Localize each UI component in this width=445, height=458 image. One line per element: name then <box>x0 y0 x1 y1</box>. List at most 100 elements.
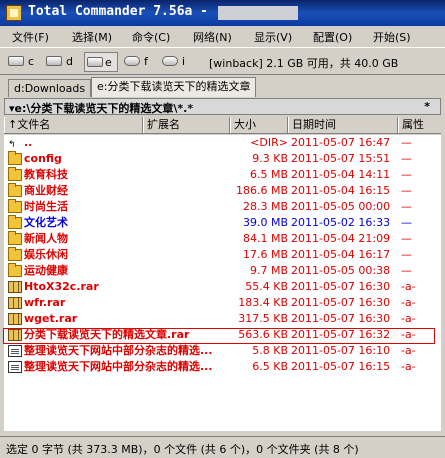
file-size: 9.3 KB <box>252 152 288 165</box>
file-size: 9.7 MB <box>249 264 288 277</box>
file-name: 整理读览天下网站中部分杂志的精选... <box>24 360 213 373</box>
title-bar[interactable]: Total Commander 7.56a - <box>0 0 445 26</box>
archive-icon <box>8 297 22 309</box>
menu-select[interactable]: 选择(M) <box>72 29 112 45</box>
folder-icon <box>8 151 22 165</box>
file-date: 2011-05-07 16:30 <box>291 296 391 309</box>
file-row-parent[interactable]: ↰ .. <DIR> 2011-05-07 16:47 — <box>4 135 441 151</box>
column-ext-header[interactable]: 扩展名 <box>143 117 230 133</box>
file-attr: -a- <box>401 296 416 309</box>
file-name: 教育科技 <box>24 168 68 181</box>
document-icon <box>8 361 22 373</box>
file-attr: — <box>401 216 412 229</box>
file-date: 2011-05-04 21:09 <box>291 232 391 245</box>
menu-file[interactable]: 文件(F) <box>12 29 49 45</box>
drive-i-button[interactable]: i <box>162 52 194 72</box>
file-row[interactable]: 商业财经 186.6 MB 2011-05-04 16:15 — <box>4 183 441 199</box>
file-name: 新闻人物 <box>24 232 68 245</box>
file-size: 28.3 MB <box>242 200 288 213</box>
file-list[interactable]: ↰ .. <DIR> 2011-05-07 16:47 — config 9.3… <box>4 135 441 431</box>
file-date: 2011-05-07 16:30 <box>291 312 391 325</box>
folder-tabs: d:Downloads e:分类下载读览天下的精选文章 <box>0 77 445 97</box>
exe-icon <box>8 345 22 357</box>
menu-bar: 文件(F) 选择(M) 命令(C) 网络(N) 显示(V) 配置(O) 开始(S… <box>0 26 445 46</box>
drive-f-button[interactable]: f <box>124 52 156 72</box>
file-date: 2011-05-04 14:11 <box>291 168 391 181</box>
file-name: 商业财经 <box>24 184 68 197</box>
drive-icon <box>46 56 62 66</box>
file-name: HtoX32c.rar <box>24 280 99 293</box>
folder-icon <box>8 231 22 245</box>
file-row[interactable]: wfr.rar 183.4 KB 2011-05-07 16:30 -a- <box>4 295 441 311</box>
menu-view[interactable]: 显示(V) <box>254 29 292 45</box>
file-row[interactable]: config 9.3 KB 2011-05-07 15:51 — <box>4 151 441 167</box>
file-size: 17.6 MB <box>242 248 288 261</box>
file-size: 39.0 MB <box>242 216 288 229</box>
file-name: wget.rar <box>24 312 78 325</box>
drive-c-button[interactable]: c <box>8 52 40 72</box>
file-row[interactable]: 娱乐休闲 17.6 MB 2011-05-04 16:17 — <box>4 247 441 263</box>
menu-config[interactable]: 配置(O) <box>313 29 352 45</box>
folder-icon <box>8 183 22 197</box>
file-attr: -a- <box>401 360 416 373</box>
column-header: ↑文件名 扩展名 大小 日期时间 属性 <box>4 117 441 134</box>
menu-network[interactable]: 网络(N) <box>193 29 232 45</box>
file-attr: — <box>401 248 412 261</box>
up-icon: ↰ <box>8 140 16 150</box>
drive-e-button[interactable]: e <box>84 52 118 72</box>
column-attr-header[interactable]: 属性 <box>398 117 441 133</box>
archive-icon <box>8 281 22 293</box>
drive-letter: f <box>144 55 148 68</box>
drive-icon <box>87 57 103 67</box>
filter-dropdown[interactable]: * <box>424 100 430 113</box>
file-size: 6.5 KB <box>252 360 288 373</box>
folder-icon <box>8 247 22 261</box>
file-name: .. <box>24 136 33 149</box>
file-size: 84.1 MB <box>242 232 288 245</box>
file-row[interactable]: 整理读览天下网站中部分杂志的精选... 5.8 KB 2011-05-07 16… <box>4 343 441 359</box>
cdrom-drive-icon <box>162 56 178 66</box>
file-attr: — <box>401 184 412 197</box>
status-text: 选定 0 字节 (共 373.3 MB)，0 个文件 (共 6 个)，0 个文件… <box>6 443 359 456</box>
file-row[interactable]: HtoX32c.rar 55.4 KB 2011-05-07 16:30 -a- <box>4 279 441 295</box>
path-bar[interactable]: ▾e:\分类下载读览天下的精选文章\*.* * <box>4 98 441 115</box>
file-attr: -a- <box>401 312 416 325</box>
folder-icon <box>8 263 22 277</box>
file-date: 2011-05-07 16:47 <box>291 136 391 149</box>
file-size: <DIR> <box>250 136 288 149</box>
file-attr: — <box>401 168 412 181</box>
menu-command[interactable]: 命令(C) <box>132 29 170 45</box>
column-name-header[interactable]: ↑文件名 <box>4 117 143 133</box>
drive-letter: i <box>182 55 186 68</box>
drive-letter: d <box>66 55 73 68</box>
menu-start[interactable]: 开始(S) <box>373 29 411 45</box>
drive-bar: c d e f i [winback] 2.1 GB 可用，共 40.0 GB <box>0 47 445 75</box>
window-title: Total Commander 7.56a - <box>28 4 209 19</box>
column-date-header[interactable]: 日期时间 <box>288 117 398 133</box>
folder-icon <box>8 167 22 181</box>
disk-info: [winback] 2.1 GB 可用，共 40.0 GB <box>209 57 399 70</box>
tab-current-folder[interactable]: e:分类下载读览天下的精选文章 <box>91 77 257 97</box>
current-path: ▾e:\分类下载读览天下的精选文章\*.* <box>9 102 194 115</box>
file-row[interactable]: 新闻人物 84.1 MB 2011-05-04 21:09 — <box>4 231 441 247</box>
file-name: 文化艺术 <box>24 216 68 229</box>
file-attr: — <box>401 264 412 277</box>
file-row[interactable]: 运动健康 9.7 MB 2011-05-05 00:38 — <box>4 263 441 279</box>
file-date: 2011-05-05 00:00 <box>291 200 391 213</box>
file-row[interactable]: 文化艺术 39.0 MB 2011-05-02 16:33 — <box>4 215 441 231</box>
file-name: 时尚生活 <box>24 200 68 213</box>
tab-downloads[interactable]: d:Downloads <box>8 79 92 97</box>
file-row[interactable]: 时尚生活 28.3 MB 2011-05-05 00:00 — <box>4 199 441 215</box>
drive-d-button[interactable]: d <box>46 52 78 72</box>
file-row[interactable]: 教育科技 6.5 MB 2011-05-04 14:11 — <box>4 167 441 183</box>
drive-letter: e <box>105 56 112 69</box>
folder-icon <box>8 215 22 229</box>
file-attr: — <box>401 136 412 149</box>
file-name: 运动健康 <box>24 264 68 277</box>
file-attr: — <box>401 152 412 165</box>
file-attr: -a- <box>401 280 416 293</box>
file-row[interactable]: wget.rar 317.5 KB 2011-05-07 16:30 -a- <box>4 311 441 327</box>
file-row[interactable]: 整理读览天下网站中部分杂志的精选... 6.5 KB 2011-05-07 16… <box>4 359 441 375</box>
cdrom-drive-icon <box>124 56 140 66</box>
column-size-header[interactable]: 大小 <box>230 117 288 133</box>
